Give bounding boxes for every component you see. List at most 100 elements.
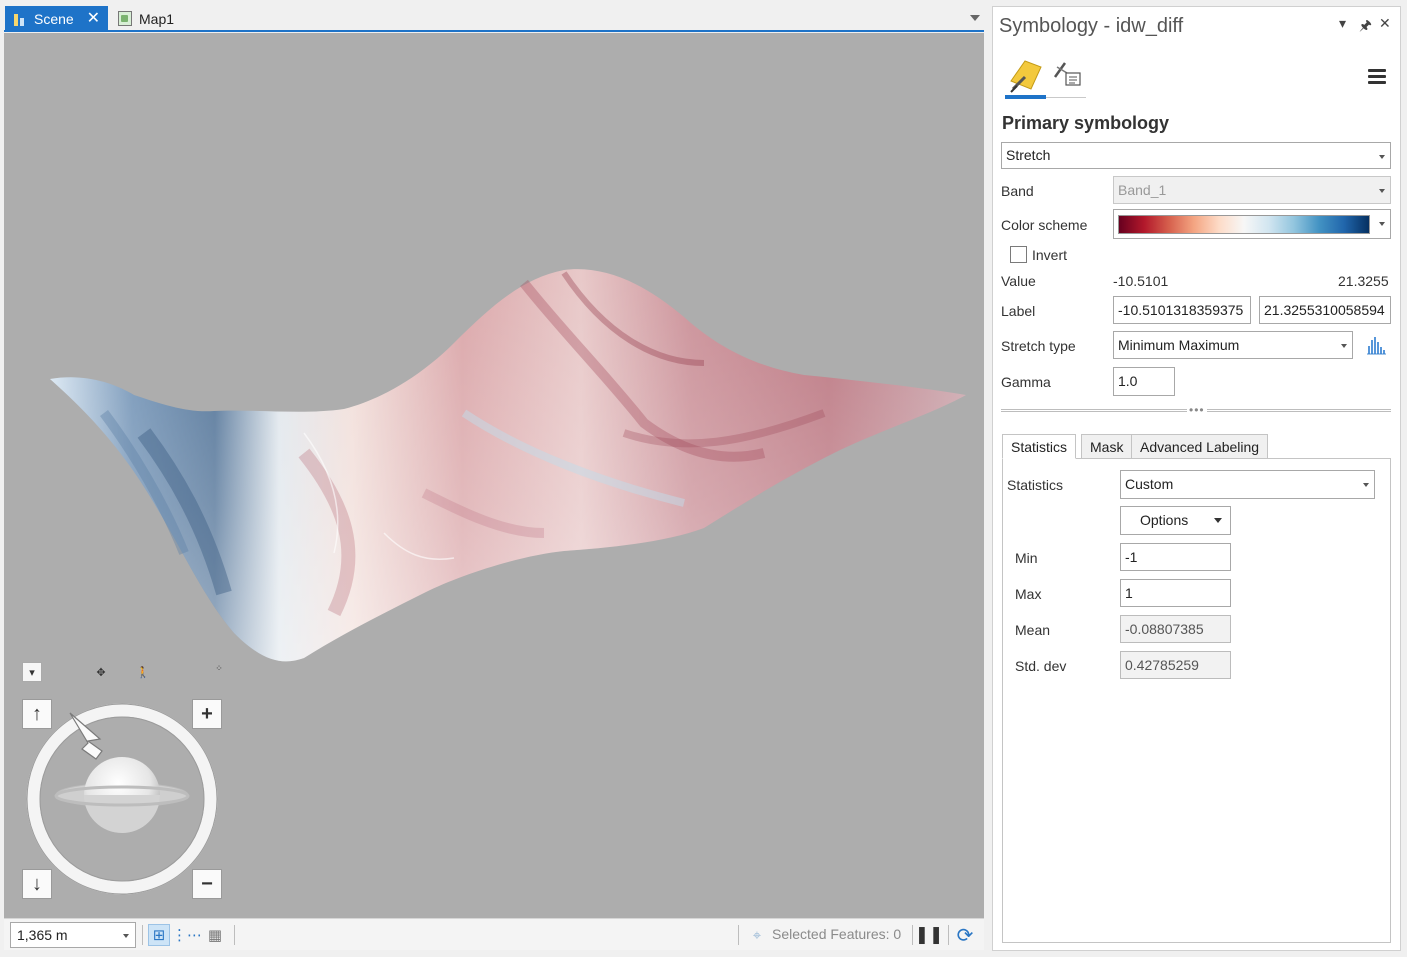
tab-scene[interactable]: Scene ✕ xyxy=(5,6,108,31)
zoom-in-button[interactable]: + xyxy=(192,699,222,729)
minus-icon: − xyxy=(201,872,213,895)
tab-scene-label: Scene xyxy=(34,10,74,27)
renderer-dropdown[interactable]: Stretch xyxy=(1001,142,1391,169)
tab-mask[interactable]: Mask xyxy=(1081,434,1133,459)
navigator-compass[interactable] xyxy=(26,703,218,895)
symbology-pane: Symbology - idw_diff ▾ 🖈 ✕ Primary symbo… xyxy=(992,6,1401,951)
chevron-down-icon xyxy=(1379,155,1385,159)
tab-overflow-chevron-icon[interactable] xyxy=(970,15,980,21)
zoom-out-button[interactable]: − xyxy=(192,869,222,899)
histogram-icon[interactable] xyxy=(1365,334,1387,356)
gamma-input[interactable]: 1.0 xyxy=(1113,367,1175,396)
walk-mode-button[interactable]: 🚶 xyxy=(133,662,153,682)
value-label: Value xyxy=(1001,273,1036,289)
tab-advanced-labeling[interactable]: Advanced Labeling xyxy=(1131,434,1269,459)
chevron-down-icon xyxy=(1379,222,1385,226)
min-input[interactable]: -1 xyxy=(1120,543,1231,571)
scene-icon xyxy=(13,11,27,26)
mean-value: -0.08807385 xyxy=(1120,615,1231,643)
terrain-surface[interactable] xyxy=(4,33,984,918)
tilt-up-button[interactable]: ↑ xyxy=(22,699,52,729)
section-title: Primary symbology xyxy=(1002,113,1170,133)
scene-view[interactable]: ▾ ✥ 🚶 ⁘ ↑ + ↓ − xyxy=(4,33,984,918)
active-tab-underline xyxy=(4,30,984,32)
close-icon[interactable]: ✕ xyxy=(1379,15,1391,32)
renderer-value: Stretch xyxy=(1006,147,1051,163)
color-scheme-dropdown[interactable] xyxy=(1113,209,1391,239)
walk-icon: 🚶 xyxy=(136,666,150,679)
stretch-type-label: Stretch type xyxy=(1001,338,1076,354)
band-label: Band xyxy=(1001,183,1034,199)
options-button[interactable]: Options xyxy=(1120,506,1231,535)
primary-symbology-tab[interactable] xyxy=(1005,55,1047,99)
separator xyxy=(738,925,739,945)
tab-divider xyxy=(1046,97,1086,98)
tab-map1-label: Map1 xyxy=(139,10,175,27)
chevron-down-icon xyxy=(1379,189,1385,193)
chevron-down-icon xyxy=(1214,518,1222,523)
gamma-label: Gamma xyxy=(1001,374,1051,390)
arrow-up-icon: ↑ xyxy=(32,702,42,725)
full-extent-icon: ✥ xyxy=(96,666,106,679)
color-ramp-swatch xyxy=(1118,215,1370,234)
separator xyxy=(142,925,143,945)
value-max: 21.3255 xyxy=(1338,273,1389,289)
statistics-dropdown[interactable]: Custom xyxy=(1120,470,1375,499)
label-min-input[interactable]: -10.5101318359375 xyxy=(1113,296,1251,324)
active-tab-indicator xyxy=(1005,95,1046,99)
separator xyxy=(948,925,949,945)
invert-label: Invert xyxy=(1032,247,1068,263)
invert-checkbox[interactable] xyxy=(1010,246,1027,263)
grid-snap-icon[interactable]: ⋮⋯ xyxy=(172,924,202,946)
std-dev-label: Std. dev xyxy=(1015,658,1067,674)
chevron-down-icon xyxy=(1363,483,1369,487)
label-symbology-tab[interactable] xyxy=(1051,57,1087,93)
tab-statistics[interactable]: Statistics xyxy=(1002,434,1077,459)
value-min: -10.5101 xyxy=(1113,273,1169,289)
std-dev-value: 0.42785259 xyxy=(1120,651,1231,679)
snapping-icon[interactable]: ⊞ xyxy=(148,924,170,946)
grip-icon: ⁘ xyxy=(215,662,223,673)
navigator-collapse-button[interactable]: ▾ xyxy=(22,662,42,682)
chevron-down-icon xyxy=(123,934,129,938)
mean-label: Mean xyxy=(1015,622,1051,638)
statistics-label: Statistics xyxy=(1007,477,1064,493)
status-bar: 1,365 m ⊞ ⋮⋯ ▦ ⌖ Selected Features: 0 ❚❚… xyxy=(4,918,984,950)
separator xyxy=(234,925,235,945)
refresh-icon[interactable]: ⟳ xyxy=(954,924,976,947)
min-label: Min xyxy=(1015,550,1038,566)
scale-value: 1,365 m xyxy=(17,927,68,943)
options-label: Options xyxy=(1140,512,1189,528)
band-dropdown: Band_1 xyxy=(1113,176,1391,204)
chevron-down-icon xyxy=(1341,344,1347,348)
pane-title: Symbology - idw_diff xyxy=(999,15,1184,37)
grip-icon[interactable]: ••• xyxy=(1187,404,1207,416)
pause-icon[interactable]: ❚❚ xyxy=(915,924,944,946)
separator xyxy=(912,925,913,945)
scale-dropdown[interactable]: 1,365 m xyxy=(10,922,136,948)
tilt-down-button[interactable]: ↓ xyxy=(22,869,52,899)
color-scheme-label: Color scheme xyxy=(1001,217,1088,233)
selected-features-count[interactable]: Selected Features: 0 xyxy=(772,926,901,942)
stretch-type-dropdown[interactable]: Minimum Maximum xyxy=(1113,331,1353,359)
pin-icon[interactable]: 🖈 xyxy=(1359,15,1372,39)
stretch-type-value: Minimum Maximum xyxy=(1118,337,1240,353)
menu-icon[interactable] xyxy=(1368,69,1386,87)
close-icon[interactable]: ✕ xyxy=(87,10,100,27)
arrow-down-icon: ↓ xyxy=(32,872,42,895)
max-label: Max xyxy=(1015,586,1042,602)
max-input[interactable]: 1 xyxy=(1120,579,1231,607)
band-value: Band_1 xyxy=(1118,182,1167,198)
selection-icon: ⌖ xyxy=(752,926,762,944)
table-grid-icon[interactable]: ▦ xyxy=(204,924,226,946)
tab-map1[interactable]: Map1 xyxy=(110,6,190,31)
map-icon xyxy=(118,11,132,26)
document-area: Scene ✕ Map1 ▾ ✥ 🚶 ⁘ ↑ + ↓ − 1,365 m ⊞ ⋮… xyxy=(0,0,988,957)
chevron-down-icon: ▾ xyxy=(29,666,35,679)
label-label: Label xyxy=(1001,303,1036,319)
statistics-value: Custom xyxy=(1125,476,1174,492)
label-max-input[interactable]: 21.3255310058594 xyxy=(1259,296,1391,324)
pane-options-chevron-icon[interactable]: ▾ xyxy=(1339,15,1346,32)
full-extent-button[interactable]: ✥ xyxy=(91,662,111,682)
view-tab-bar: Scene ✕ Map1 xyxy=(0,6,988,31)
